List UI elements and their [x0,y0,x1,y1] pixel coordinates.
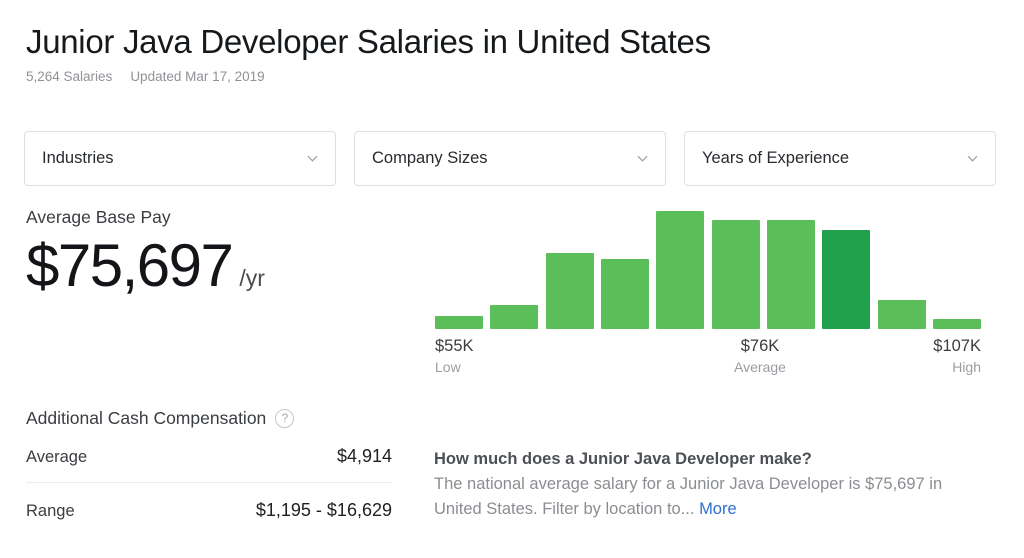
cash-row-average-value: $4,914 [337,446,392,467]
chart-bar[interactable] [490,305,538,329]
page-title: Junior Java Developer Salaries in United… [26,22,986,62]
chart-bar[interactable] [546,253,594,329]
salary-distribution-chart: $55K Low $76K Average $107K High [435,204,981,381]
description-body-text: The national average salary for a Junior… [434,475,942,518]
axis-marker-low-value: $55K [435,337,474,356]
chart-bar[interactable] [822,230,870,329]
chart-bar[interactable] [601,259,649,329]
dropdown-industries[interactable]: Industries [24,131,336,186]
chart-bar[interactable] [878,300,926,329]
axis-marker-high: $107K High [933,337,981,376]
question-mark-icon[interactable]: ? [275,409,294,428]
chart-bar[interactable] [767,220,815,329]
chevron-down-icon [636,152,649,165]
axis-marker-average-caption: Average [708,358,812,376]
chart-bars [435,204,981,329]
cash-row-average: Average $4,914 [26,429,392,467]
dropdown-company-sizes[interactable]: Company Sizes [354,131,666,186]
axis-marker-low-caption: Low [435,358,474,376]
additional-cash-title: Additional Cash Compensation [26,408,266,429]
salary-page: Junior Java Developer Salaries in United… [0,0,1024,558]
additional-cash-compensation-block: Additional Cash Compensation ? Average $… [26,408,392,521]
filter-bar: Industries Company Sizes Years of Experi… [24,131,996,186]
chart-bar[interactable] [712,220,760,329]
chart-axis-labels: $55K Low $76K Average $107K High [435,337,981,381]
average-base-pay-block: Average Base Pay $75,697 /yr [26,207,416,297]
description-block: How much does a Junior Java Developer ma… [434,450,982,522]
dropdown-company-sizes-label: Company Sizes [372,149,636,168]
cash-row-range-key: Range [26,502,75,521]
page-meta: 5,264 Salaries Updated Mar 17, 2019 [26,69,986,84]
cash-row-range: Range $1,195 - $16,629 [26,483,392,521]
average-base-pay-period: /yr [239,265,265,292]
axis-marker-low: $55K Low [435,337,474,376]
cash-row-average-key: Average [26,448,87,467]
dropdown-years-of-experience-label: Years of Experience [702,149,966,168]
updated-date: Updated Mar 17, 2019 [130,69,264,84]
average-base-pay-label: Average Base Pay [26,207,416,228]
average-base-pay-value-row: $75,697 /yr [26,234,416,297]
page-header: Junior Java Developer Salaries in United… [26,22,986,84]
dropdown-industries-label: Industries [42,149,306,168]
axis-marker-average: $76K Average [708,337,812,376]
chevron-down-icon [306,152,319,165]
chevron-down-icon [966,152,979,165]
dropdown-years-of-experience[interactable]: Years of Experience [684,131,996,186]
average-base-pay-amount: $75,697 [26,234,232,297]
more-link[interactable]: More [699,500,737,518]
cash-row-range-value: $1,195 - $16,629 [256,500,392,521]
chart-bar[interactable] [933,319,981,329]
chart-bar[interactable] [656,211,704,329]
chart-bar[interactable] [435,316,483,329]
additional-cash-title-row: Additional Cash Compensation ? [26,408,392,429]
axis-marker-high-value: $107K [933,337,981,356]
description-body: The national average salary for a Junior… [434,472,982,522]
salaries-count: 5,264 Salaries [26,69,112,84]
description-question: How much does a Junior Java Developer ma… [434,450,982,469]
axis-marker-high-caption: High [933,358,981,376]
axis-marker-average-value: $76K [708,337,812,356]
